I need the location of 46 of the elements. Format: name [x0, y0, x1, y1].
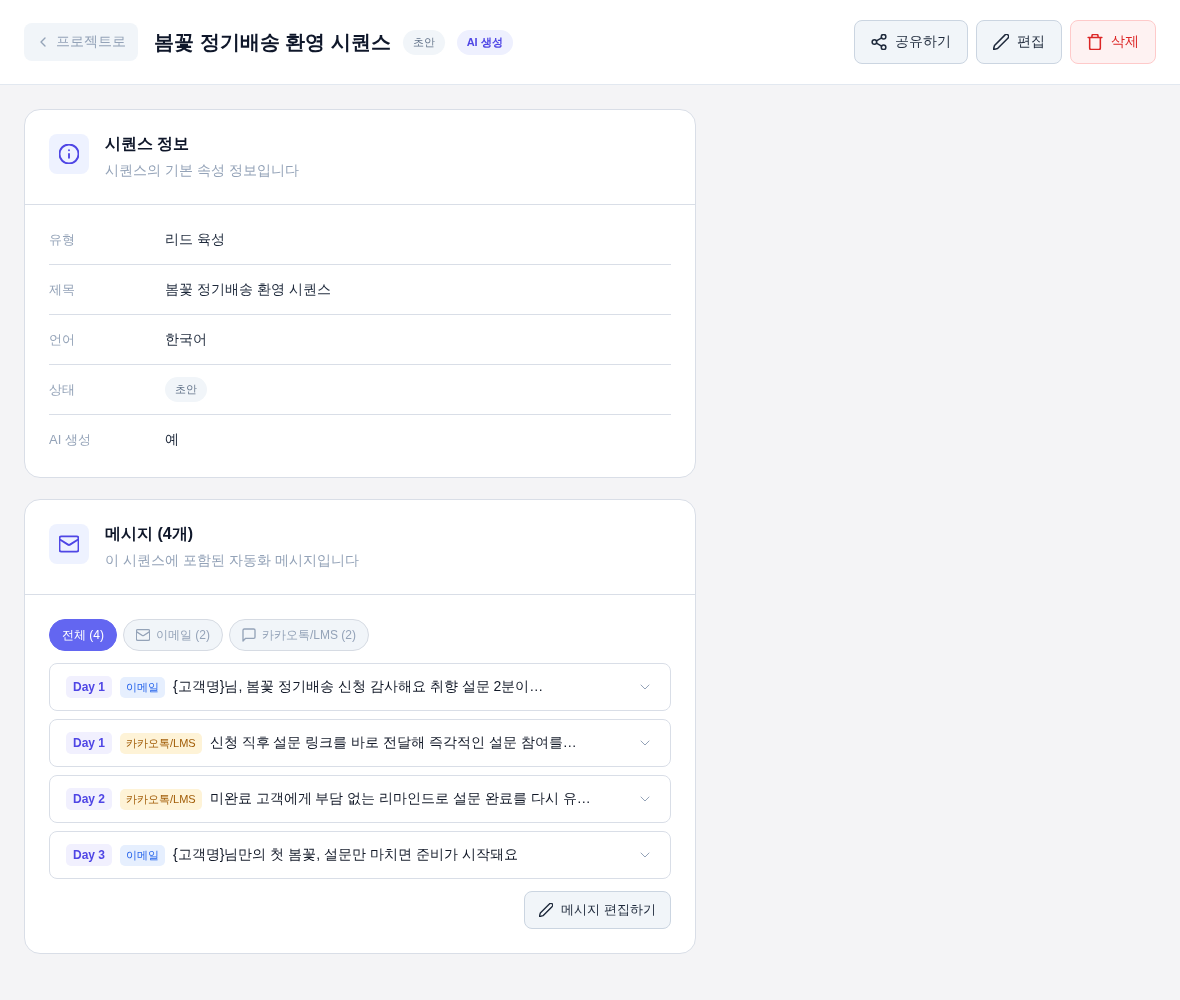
- edit-messages-button[interactable]: 메시지 편집하기: [524, 891, 671, 929]
- message-row[interactable]: Day 1 이메일 {고객명}님, 봄꽃 정기배송 신청 감사해요 취향 설문 2분이…: [49, 663, 671, 711]
- field-value: 리드 육성: [165, 230, 226, 249]
- message-subject: 신청 직후 설문 링크를 바로 전달해 즉각적인 설문 참여를…: [209, 734, 578, 752]
- day-badge: Day 1: [66, 732, 113, 754]
- day-badge: Day 3: [66, 844, 113, 866]
- pencil-icon: [993, 34, 1009, 50]
- mail-icon: [136, 628, 150, 642]
- day-badge: Day 1: [66, 676, 113, 698]
- message-subject: 미완료 고객에게 부담 없는 리마인드로 설문 완료를 다시 유…: [209, 790, 592, 808]
- field-label: 제목: [49, 280, 76, 299]
- field-label: 유형: [49, 230, 76, 249]
- channel-badge: 이메일: [120, 676, 166, 698]
- message-row[interactable]: Day 1 카카오톡/LMS 신청 직후 설문 링크를 바로 전달해 즉각적인 설문 참여를…: [49, 719, 671, 767]
- filter-tab[interactable]: 전체 (4): [49, 619, 117, 651]
- card-subtitle: 이 시퀀스에 포함된 자동화 메시지입니다: [105, 551, 359, 570]
- field-value: 한국어: [165, 330, 208, 349]
- card-subtitle: 시퀀스의 기본 속성 정보입니다: [105, 161, 299, 180]
- chat-bubble-icon: [242, 628, 256, 642]
- card-title: 메시지 (4개): [105, 524, 194, 544]
- page-title: 봄꽃 정기배송 환영 시퀀스: [154, 29, 391, 55]
- status-badge: 초안: [165, 377, 207, 402]
- day-badge: Day 2: [66, 788, 113, 810]
- edit-button[interactable]: 편집: [976, 20, 1062, 64]
- message-subject: {고객명}님, 봄꽃 정기배송 신청 감사해요 취향 설문 2분이…: [173, 678, 545, 696]
- trash-icon: [1087, 34, 1103, 50]
- message-row[interactable]: Day 3 이메일 {고객명}님만의 첫 봄꽃, 설문만 마치면 준비가 시작돼요: [49, 831, 671, 879]
- info-icon: [49, 134, 89, 174]
- message-subject: {고객명}님만의 첫 봄꽃, 설문만 마치면 준비가 시작돼요: [173, 846, 519, 864]
- pencil-icon: [539, 903, 554, 917]
- field-value: 예: [165, 430, 180, 449]
- ai-badge: AI 생성: [456, 29, 513, 55]
- mail-icon: [49, 524, 89, 564]
- share-icon: [871, 34, 887, 50]
- field-label: 상태: [49, 380, 76, 399]
- channel-badge: 카카오톡/LMS: [120, 732, 202, 754]
- card-title: 시퀀스 정보: [105, 134, 191, 154]
- message-row[interactable]: Day 2 카카오톡/LMS 미완료 고객에게 부담 없는 리마인드로 설문 완료를 다시 유…: [49, 775, 671, 823]
- field-label: 언어: [49, 330, 76, 349]
- field-value: 봄꽃 정기배송 환영 시퀀스: [165, 280, 332, 299]
- share-button[interactable]: 공유하기: [854, 20, 968, 64]
- field-label: AI 생성: [49, 430, 92, 449]
- channel-badge: 카카오톡/LMS: [120, 788, 202, 810]
- status-badge: 초안: [402, 29, 445, 55]
- channel-badge: 이메일: [120, 844, 166, 866]
- delete-button[interactable]: 삭제: [1070, 20, 1156, 64]
